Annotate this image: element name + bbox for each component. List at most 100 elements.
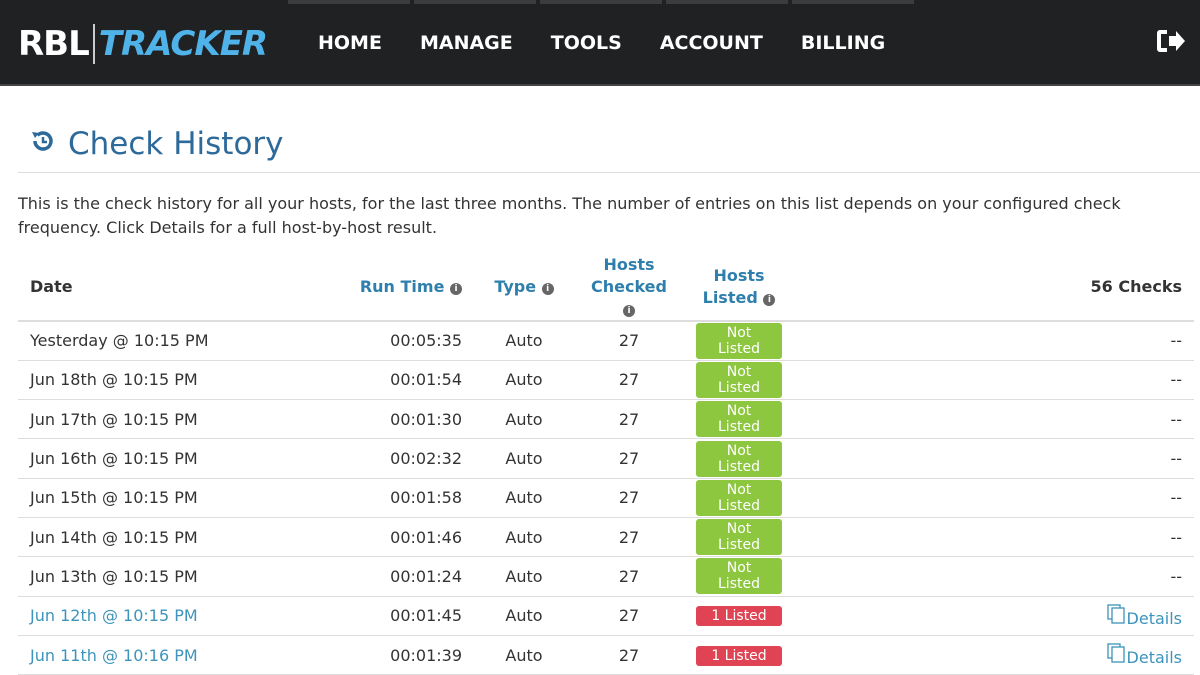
details-icon[interactable] (1106, 643, 1127, 667)
history-icon (30, 126, 56, 162)
status-badge: 1 Listed (696, 645, 782, 666)
row-status: 1 Listed (684, 635, 794, 675)
no-action: -- (1170, 488, 1182, 508)
col-hosts-listed[interactable]: Hosts Listed i (684, 254, 794, 322)
row-type: Auto (474, 596, 574, 636)
page-title: Check History (30, 126, 284, 162)
row-type: Auto (474, 360, 574, 401)
col-hosts-checked-label: Hosts Checked (591, 255, 667, 296)
row-hosts-checked: 27 (574, 399, 684, 440)
info-icon[interactable]: i (541, 283, 554, 295)
status-badge: Not Listed (696, 322, 782, 359)
row-run-time: 00:01:30 (334, 399, 474, 440)
details-icon[interactable] (1106, 604, 1127, 628)
row-hosts-checked: 27 (574, 517, 684, 558)
intro-text: This is the check history for all your h… (18, 194, 1121, 237)
nav-account[interactable]: ACCOUNT (660, 32, 763, 54)
details-link[interactable]: Details (1127, 609, 1182, 628)
row-type: Auto (474, 321, 574, 361)
row-status: Not Listed (684, 321, 794, 361)
table-row: Jun 16th @ 10:15 PM 00:02:32 Auto 27 Not… (18, 438, 1194, 479)
row-status: Not Listed (684, 438, 794, 479)
row-type: Auto (474, 438, 574, 479)
row-hosts-checked: 27 (574, 635, 684, 675)
row-hosts-checked: 27 (574, 438, 684, 479)
row-date[interactable]: Jun 11th @ 10:16 PM (18, 635, 334, 675)
row-status: Not Listed (684, 517, 794, 558)
no-action: -- (1170, 449, 1182, 469)
row-hosts-checked: 27 (574, 321, 684, 361)
logo-tracker: TRACKER (98, 24, 268, 64)
col-type[interactable]: Type i (474, 254, 574, 322)
row-date: Jun 14th @ 10:15 PM (18, 517, 334, 558)
row-action[interactable]: Details (794, 596, 1194, 636)
row-date: Jun 17th @ 10:15 PM (18, 399, 334, 440)
top-nav: RBL TRACKER HOME MANAGE TOOLS ACCOUNT BIL… (0, 0, 1200, 86)
status-badge: Not Listed (696, 479, 782, 516)
no-action: -- (1170, 527, 1182, 547)
nav-billing[interactable]: BILLING (801, 32, 885, 54)
row-run-time: 00:01:45 (334, 596, 474, 636)
row-type: Auto (474, 517, 574, 558)
col-run-time[interactable]: Run Time i (334, 254, 474, 322)
info-icon[interactable]: i (763, 294, 776, 306)
row-run-time: 00:01:24 (334, 556, 474, 597)
no-action: -- (1170, 370, 1182, 390)
logo-divider (92, 24, 95, 64)
nav-manage[interactable]: MANAGE (420, 32, 513, 54)
row-hosts-checked: 27 (574, 360, 684, 401)
col-type-label: Type (494, 277, 537, 296)
row-action: -- (794, 517, 1194, 558)
table-row: Jun 18th @ 10:15 PM 00:01:54 Auto 27 Not… (18, 360, 1194, 401)
table-row: Yesterday @ 10:15 PM 00:05:35 Auto 27 No… (18, 321, 1194, 361)
row-date: Jun 16th @ 10:15 PM (18, 438, 334, 479)
checks-count: 56 Checks (794, 254, 1194, 322)
row-run-time: 00:01:58 (334, 478, 474, 518)
row-status: Not Listed (684, 478, 794, 518)
row-date: Jun 15th @ 10:15 PM (18, 478, 334, 518)
status-badge: Not Listed (696, 519, 782, 556)
info-icon[interactable]: i (450, 283, 462, 295)
no-action: -- (1170, 331, 1182, 351)
col-hosts-checked[interactable]: Hosts Checked i (574, 254, 684, 322)
nav-home[interactable]: HOME (318, 32, 382, 54)
table-row: Jun 15th @ 10:15 PM 00:01:58 Auto 27 Not… (18, 478, 1194, 518)
row-action: -- (794, 556, 1194, 597)
row-type: Auto (474, 635, 574, 675)
row-date[interactable]: Jun 12th @ 10:15 PM (18, 596, 334, 636)
logout-icon[interactable] (1156, 28, 1186, 61)
row-run-time: 00:01:39 (334, 635, 474, 675)
table-row: Jun 13th @ 10:15 PM 00:01:24 Auto 27 Not… (18, 556, 1194, 597)
row-action: -- (794, 478, 1194, 518)
row-date: Yesterday @ 10:15 PM (18, 321, 334, 361)
nav-tools[interactable]: TOOLS (551, 32, 622, 54)
row-status: Not Listed (684, 556, 794, 597)
row-type: Auto (474, 478, 574, 518)
check-history-table: Date Run Time i Type i Hosts Checked i H… (18, 254, 1194, 675)
row-action: -- (794, 321, 1194, 361)
row-run-time: 00:01:46 (334, 517, 474, 558)
info-icon[interactable]: i (623, 305, 635, 317)
row-hosts-checked: 27 (574, 556, 684, 597)
status-badge: 1 Listed (696, 606, 782, 627)
no-action: -- (1170, 409, 1182, 429)
divider (18, 172, 1200, 173)
row-run-time: 00:02:32 (334, 438, 474, 479)
row-action: -- (794, 399, 1194, 440)
row-date: Jun 18th @ 10:15 PM (18, 360, 334, 401)
details-link[interactable]: Details (1127, 648, 1182, 667)
row-hosts-checked: 27 (574, 478, 684, 518)
logo[interactable]: RBL TRACKER (18, 24, 268, 64)
row-hosts-checked: 27 (574, 596, 684, 636)
row-action[interactable]: Details (794, 635, 1194, 675)
table-row: Jun 14th @ 10:15 PM 00:01:46 Auto 27 Not… (18, 517, 1194, 558)
browser-tabs-strip (288, 0, 914, 4)
row-run-time: 00:01:54 (334, 360, 474, 401)
table-row: Jun 11th @ 10:16 PM 00:01:39 Auto 27 1 L… (18, 635, 1194, 675)
row-status: Not Listed (684, 360, 794, 401)
status-badge: Not Listed (696, 558, 782, 595)
col-run-time-label: Run Time (359, 277, 445, 296)
status-badge: Not Listed (696, 361, 782, 398)
row-status: 1 Listed (684, 596, 794, 636)
row-status: Not Listed (684, 399, 794, 440)
